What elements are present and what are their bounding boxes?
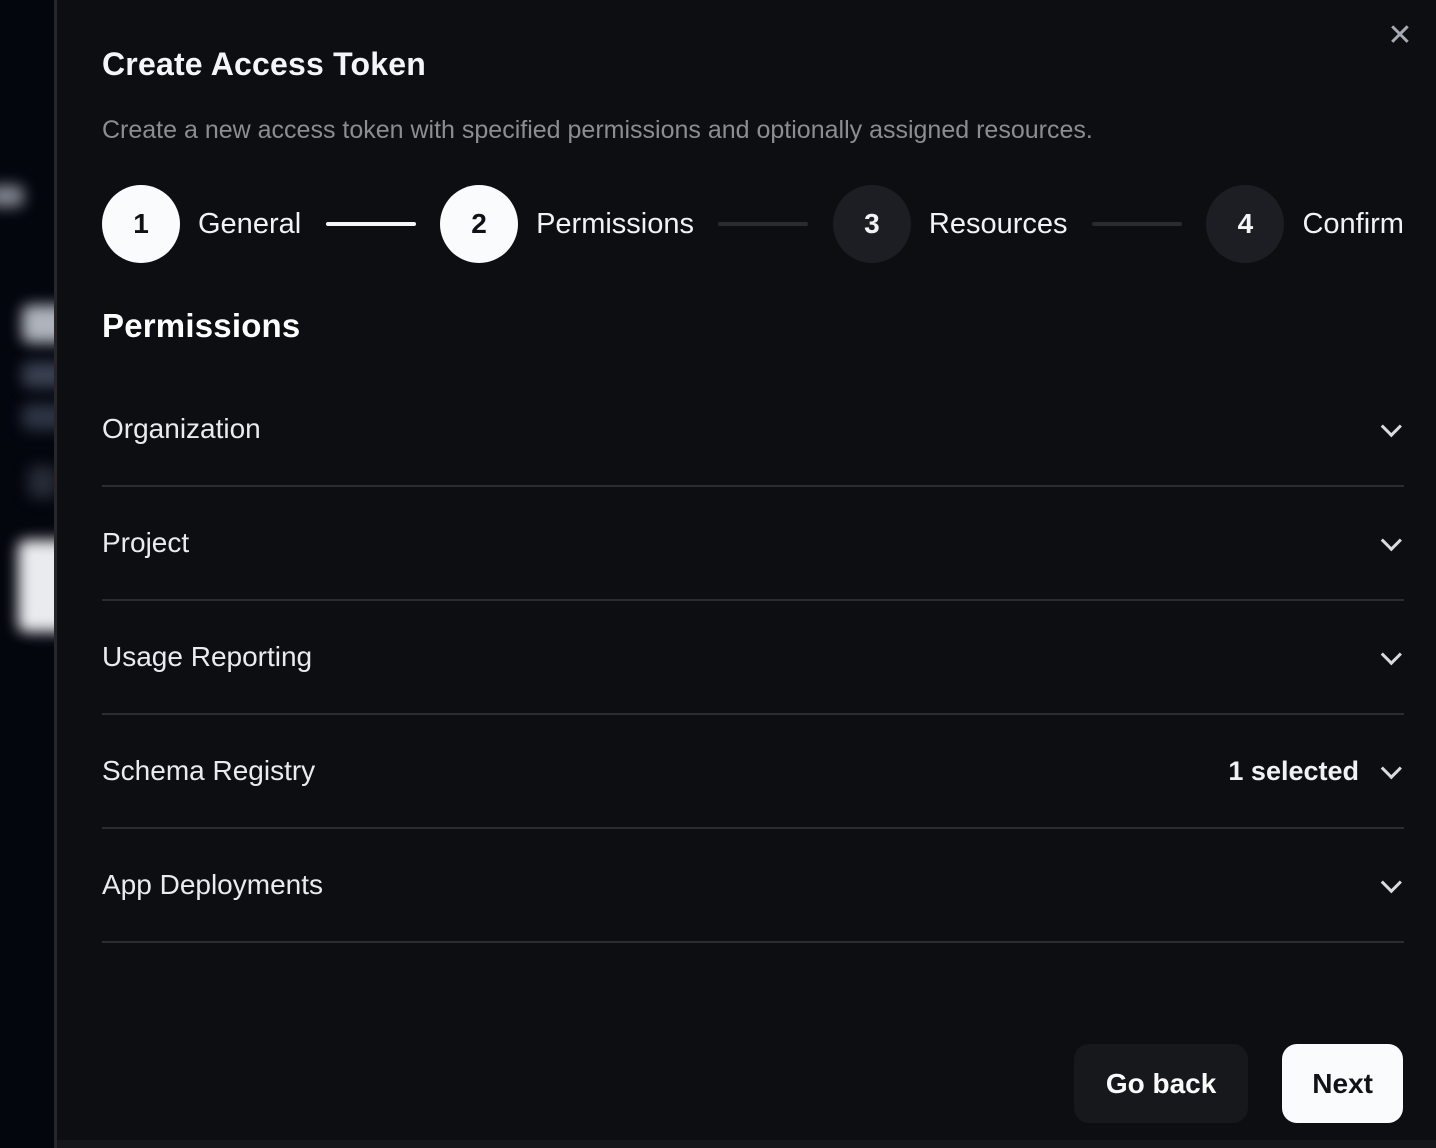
- chevron-down-icon: [1381, 416, 1402, 437]
- permission-sections: Organization Project Usage Reporting Sch…: [102, 373, 1404, 943]
- modal-title: Create Access Token: [102, 46, 1404, 83]
- step-label: Permissions: [536, 208, 694, 241]
- background-page: [0, 0, 55, 1148]
- section-row-app-deployments[interactable]: App Deployments: [102, 829, 1404, 943]
- permissions-heading: Permissions: [102, 307, 1404, 345]
- footer-actions: Go back Next: [1074, 1044, 1403, 1123]
- blurred-nav-item: [0, 185, 24, 207]
- step-label: General: [198, 208, 301, 241]
- step-resources[interactable]: 3 Resources: [833, 185, 1068, 263]
- step-number-badge: 1: [102, 185, 180, 263]
- screen: ✕ Create Access Token Create a new acces…: [0, 0, 1436, 1148]
- section-row-project[interactable]: Project: [102, 487, 1404, 601]
- section-row-organization[interactable]: Organization: [102, 373, 1404, 487]
- step-number-badge: 3: [833, 185, 911, 263]
- step-label: Resources: [929, 208, 1068, 241]
- wizard-stepper: 1 General 2 Permissions 3 Resources 4 Co…: [102, 185, 1404, 263]
- chevron-down-icon: [1381, 872, 1402, 893]
- step-label: Confirm: [1302, 208, 1404, 241]
- chevron-down-icon: [1381, 758, 1402, 779]
- section-row-schema-registry[interactable]: Schema Registry 1 selected: [102, 715, 1404, 829]
- next-button[interactable]: Next: [1282, 1044, 1403, 1123]
- chevron-down-icon: [1381, 644, 1402, 665]
- section-label: Project: [102, 527, 1381, 559]
- modal-bottom-strip: [57, 1140, 1436, 1148]
- step-general[interactable]: 1 General: [102, 185, 301, 263]
- stepper-connector: [1092, 222, 1182, 226]
- blurred-icon: [28, 466, 55, 498]
- blurred-button: [18, 540, 55, 632]
- selected-count-badge: 1 selected: [1228, 756, 1359, 787]
- chevron-down-icon: [1381, 530, 1402, 551]
- create-access-token-modal: ✕ Create Access Token Create a new acces…: [57, 0, 1436, 1148]
- step-confirm[interactable]: 4 Confirm: [1206, 185, 1404, 263]
- stepper-connector: [326, 222, 416, 226]
- section-row-usage-reporting[interactable]: Usage Reporting: [102, 601, 1404, 715]
- go-back-button[interactable]: Go back: [1074, 1044, 1248, 1123]
- stepper-connector: [718, 222, 808, 226]
- blurred-text: [22, 362, 55, 388]
- step-permissions[interactable]: 2 Permissions: [440, 185, 694, 263]
- section-label: Usage Reporting: [102, 641, 1381, 673]
- section-label: Organization: [102, 413, 1381, 445]
- modal-subtitle: Create a new access token with specified…: [102, 116, 1404, 145]
- blurred-text: [22, 404, 55, 430]
- step-number-badge: 4: [1206, 185, 1284, 263]
- step-number-badge: 2: [440, 185, 518, 263]
- blurred-heading: [22, 305, 55, 343]
- section-label: App Deployments: [102, 869, 1381, 901]
- section-label: Schema Registry: [102, 755, 1228, 787]
- close-icon[interactable]: ✕: [1380, 16, 1420, 56]
